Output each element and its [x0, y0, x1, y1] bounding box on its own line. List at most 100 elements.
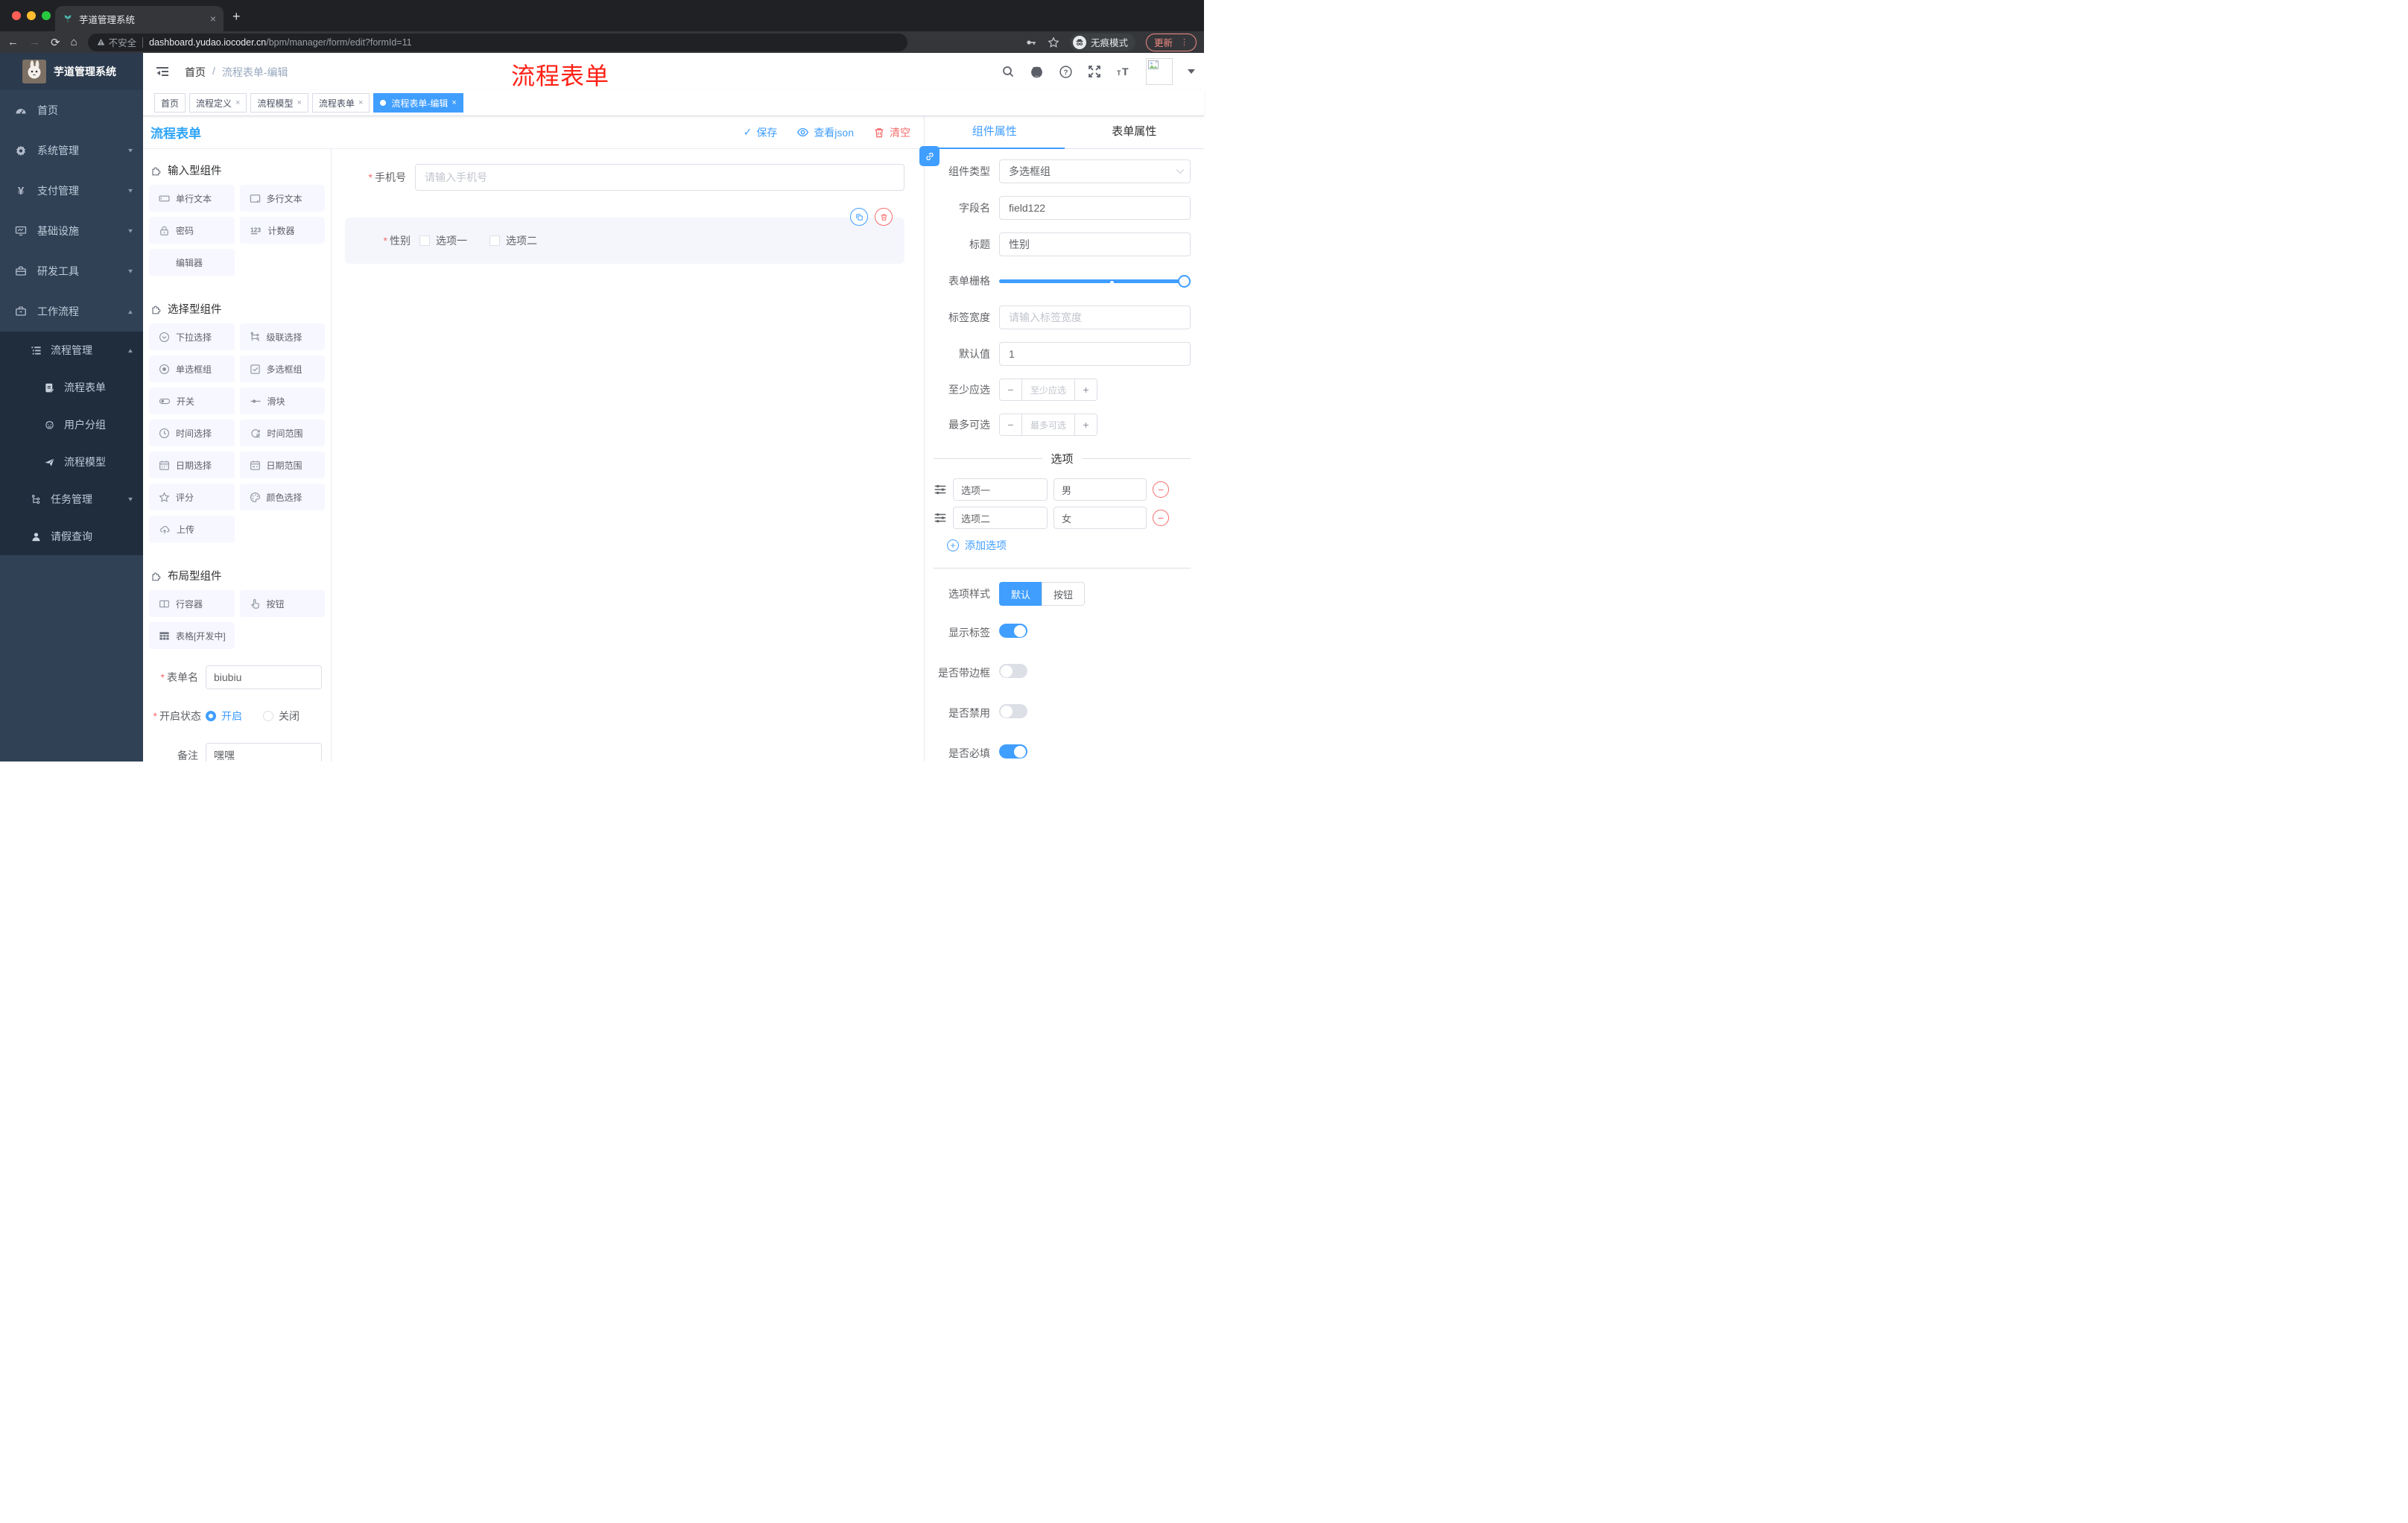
- duplicate-item-button[interactable]: [850, 208, 868, 226]
- palette-item-select[interactable]: 下拉选择: [149, 323, 235, 350]
- required-switch[interactable]: [999, 744, 1027, 759]
- browser-menu-icon[interactable]: ⋮: [1180, 37, 1188, 47]
- url-field[interactable]: 不安全 dashboard.yudao.iocoder.cn/bpm/manag…: [87, 33, 907, 51]
- status-radio-off[interactable]: 关闭: [263, 709, 300, 723]
- sidebar-item-workflow[interactable]: 工作流程 ▼: [0, 291, 143, 332]
- clear-button[interactable]: 清空: [873, 125, 910, 140]
- field-name-input[interactable]: [999, 196, 1191, 220]
- tag-close-icon[interactable]: ×: [358, 98, 363, 107]
- palette-item-radio-group[interactable]: 单选框组: [149, 355, 235, 382]
- tag-close-icon[interactable]: ×: [235, 98, 240, 107]
- font-size-icon[interactable]: TT: [1116, 65, 1131, 78]
- sidebar-item-process-model[interactable]: 流程模型: [0, 443, 143, 481]
- sidebar-item-task-mgmt[interactable]: 任务管理 ▼: [0, 481, 143, 518]
- delete-item-button[interactable]: [875, 208, 893, 226]
- border-switch[interactable]: [999, 664, 1027, 678]
- palette-item-password[interactable]: 密码: [149, 217, 235, 244]
- update-button[interactable]: 更新 ⋮: [1145, 33, 1197, 51]
- avatar[interactable]: [1146, 58, 1173, 85]
- new-tab-button[interactable]: +: [232, 10, 241, 23]
- sidebar-item-infra[interactable]: 基础设施 ▼: [0, 211, 143, 251]
- palette-item-date-range[interactable]: 日期范围: [239, 452, 325, 478]
- palette-item-checkbox-group[interactable]: 多选框组: [239, 355, 325, 382]
- form-grid-slider[interactable]: [999, 269, 1191, 293]
- palette-item-editor[interactable]: 编辑器: [149, 249, 235, 276]
- sidebar-item-payment[interactable]: ¥ 支付管理 ▼: [0, 171, 143, 211]
- github-icon[interactable]: [1030, 65, 1044, 79]
- plus-button[interactable]: +: [1075, 414, 1097, 435]
- style-button-button[interactable]: 按钮: [1042, 582, 1086, 606]
- zoom-window-button[interactable]: [42, 11, 51, 20]
- palette-item-date-picker[interactable]: 日期选择: [149, 452, 235, 478]
- palette-item-table[interactable]: 表格[开发中]: [149, 622, 235, 649]
- gender-checkbox-2[interactable]: 选项二: [489, 233, 537, 248]
- tag-process-definition[interactable]: 流程定义 ×: [189, 93, 247, 113]
- add-option-button[interactable]: + 添加选项: [947, 538, 1191, 553]
- sidebar-item-home[interactable]: 首页: [0, 90, 143, 130]
- tab-form-props[interactable]: 表单属性: [1065, 116, 1205, 148]
- logo[interactable]: 芋道管理系统: [0, 53, 143, 90]
- bookmark-star-icon[interactable]: [1048, 36, 1059, 48]
- fullscreen-icon[interactable]: [1088, 65, 1101, 78]
- key-icon[interactable]: [1025, 37, 1037, 48]
- slider-thumb[interactable]: [1178, 275, 1191, 288]
- browser-tab[interactable]: 芋道管理系统 ×: [55, 6, 224, 31]
- home-icon[interactable]: ⌂: [71, 36, 77, 48]
- show-label-switch[interactable]: [999, 624, 1027, 638]
- title-input[interactable]: [999, 232, 1191, 256]
- tag-home[interactable]: 首页: [154, 93, 186, 113]
- remove-option-button[interactable]: −: [1153, 481, 1169, 498]
- palette-item-color-picker[interactable]: 颜色选择: [239, 484, 325, 510]
- close-window-button[interactable]: [12, 11, 21, 20]
- palette-item-button[interactable]: 按钮: [239, 590, 325, 617]
- tag-close-icon[interactable]: ×: [452, 98, 456, 107]
- tag-close-icon[interactable]: ×: [297, 98, 301, 107]
- palette-item-cascader[interactable]: 级联选择: [239, 323, 325, 350]
- status-radio-on[interactable]: 开启: [206, 709, 242, 723]
- sidebar-item-leave-query[interactable]: 请假查询: [0, 518, 143, 555]
- palette-item-rate[interactable]: 评分: [149, 484, 235, 510]
- caret-down-icon[interactable]: [1188, 69, 1195, 74]
- form-canvas[interactable]: 手机号 请输入手机号: [332, 149, 924, 762]
- palette-item-row-container[interactable]: 行容器: [149, 590, 235, 617]
- form-name-input[interactable]: [206, 665, 322, 689]
- palette-item-upload[interactable]: 上传: [149, 516, 235, 542]
- search-icon[interactable]: [1001, 65, 1015, 78]
- sidebar-item-process-form[interactable]: 流程表单: [0, 369, 143, 406]
- palette-item-slider[interactable]: 滑块: [239, 387, 325, 414]
- remark-textarea[interactable]: 嘿嘿: [206, 743, 322, 762]
- disabled-switch[interactable]: [999, 704, 1027, 718]
- phone-input[interactable]: 请输入手机号: [415, 164, 904, 191]
- minus-button[interactable]: −: [1000, 379, 1021, 400]
- label-width-input[interactable]: [999, 305, 1191, 329]
- back-icon[interactable]: ←: [7, 36, 19, 48]
- component-type-select[interactable]: 多选框组: [999, 159, 1191, 183]
- drag-handle-icon[interactable]: [934, 511, 947, 525]
- canvas-field-phone[interactable]: 手机号 请输入手机号: [340, 159, 904, 195]
- tab-component-props[interactable]: 组件属性: [925, 116, 1065, 148]
- option-value-input[interactable]: [1054, 478, 1147, 501]
- view-json-button[interactable]: 查看json: [796, 125, 854, 140]
- tab-close-icon[interactable]: ×: [210, 13, 216, 25]
- sidebar-item-process-mgmt[interactable]: 流程管理 ▼: [0, 332, 143, 369]
- help-icon[interactable]: ?: [1059, 65, 1073, 79]
- link-icon[interactable]: [919, 146, 940, 166]
- sidebar-item-system[interactable]: 系统管理 ▼: [0, 130, 143, 171]
- sidebar-collapse-icon[interactable]: [155, 64, 170, 79]
- default-value-input[interactable]: [999, 342, 1191, 366]
- option-value-input[interactable]: [1054, 507, 1147, 529]
- remove-option-button[interactable]: −: [1153, 510, 1169, 526]
- save-button[interactable]: ✓ 保存: [744, 125, 778, 140]
- palette-item-counter[interactable]: 123 计数器: [239, 217, 325, 244]
- forward-icon[interactable]: →: [29, 36, 40, 48]
- traffic-lights[interactable]: [12, 11, 51, 20]
- not-secure-badge[interactable]: 不安全: [97, 35, 136, 49]
- tag-process-model[interactable]: 流程模型 ×: [250, 93, 308, 113]
- palette-item-single-text[interactable]: 单行文本: [149, 185, 235, 212]
- option-label-input[interactable]: [953, 507, 1048, 529]
- tag-process-form-edit[interactable]: 流程表单-编辑 ×: [373, 93, 463, 113]
- palette-item-switch[interactable]: 开关: [149, 387, 235, 414]
- palette-item-time-range[interactable]: 时间范围: [239, 419, 325, 446]
- reload-icon[interactable]: ⟳: [51, 36, 60, 49]
- minus-button[interactable]: −: [1000, 414, 1021, 435]
